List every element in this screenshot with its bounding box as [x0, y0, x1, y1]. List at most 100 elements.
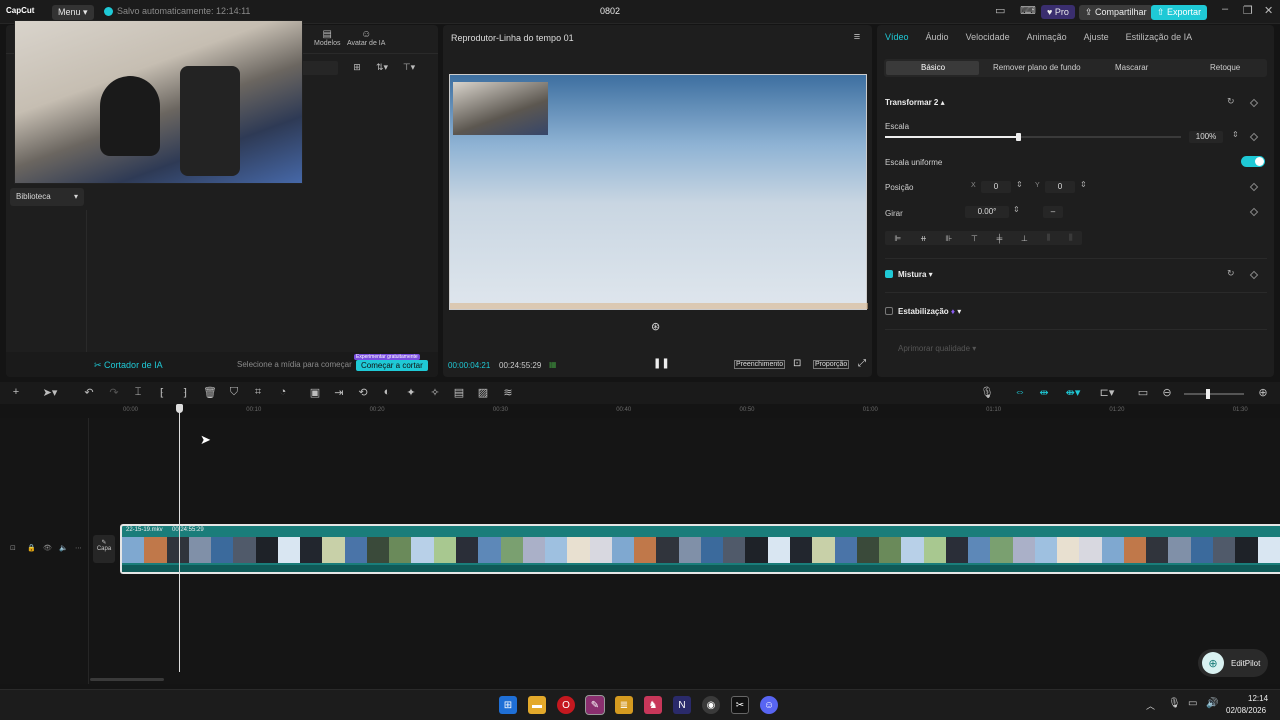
keyframe-position-icon[interactable] [1249, 182, 1259, 192]
menu-button[interactable]: Menu ▾ [52, 5, 94, 20]
file-explorer-icon[interactable]: ▬ [528, 696, 546, 714]
rotate-handle-icon[interactable]: ⊛ [651, 320, 660, 333]
minimize-icon[interactable]: – [1222, 3, 1228, 15]
tray-chevron-icon[interactable]: ︿ [1146, 699, 1155, 712]
scale-knob[interactable] [1016, 133, 1022, 141]
align-center-h-icon[interactable]: ⧺ [920, 234, 927, 243]
opera-icon[interactable]: O [557, 696, 575, 714]
stabilization-checkbox[interactable] [885, 307, 893, 315]
cover-button[interactable]: ✎ Capa [93, 535, 115, 563]
windows-start-icon[interactable]: ⊞ [499, 696, 517, 714]
tab-ai-avatar[interactable]: ☺ Avatar de IA [347, 29, 385, 47]
split-icon[interactable]: ⌶ [130, 386, 146, 399]
start-cut-button[interactable]: Começar a cortar [356, 360, 428, 371]
track-frame-icon[interactable]: ⊡ [10, 544, 16, 552]
maximize-icon[interactable]: ❐ [1243, 4, 1253, 17]
library-dropdown[interactable]: Biblioteca ▾ [10, 188, 84, 206]
select-tool-icon[interactable]: ➤▾ [36, 386, 64, 399]
obs-icon[interactable]: ◉ [702, 696, 720, 714]
clock-date[interactable]: 02/08/2026 [1226, 706, 1266, 715]
extract-audio-icon[interactable]: ⇥ [331, 386, 347, 399]
zoom-in-icon[interactable]: ⊕ [1255, 386, 1271, 399]
filter-icon[interactable]: ⊤▾ [401, 62, 417, 73]
subtab-basic[interactable]: Básico [921, 63, 945, 72]
export-button[interactable]: ⇧ Exportar [1151, 5, 1208, 20]
reset-blend-icon[interactable]: ↻ [1227, 268, 1235, 279]
magic-icon[interactable]: ✧ [427, 386, 443, 399]
editpilot-button[interactable]: ⊕ EditPilot [1198, 649, 1268, 677]
align-right-icon[interactable]: ⊪ [945, 234, 952, 243]
scale-slider[interactable] [885, 133, 1181, 141]
trim-left-icon[interactable]: ⁅ [154, 386, 170, 399]
playhead[interactable] [179, 404, 180, 672]
tab-video[interactable]: Vídeo [885, 32, 909, 42]
transform-header[interactable]: Transformar 2 ▴ [885, 98, 945, 107]
pos-y-stepper-icon[interactable]: ⇕ [1080, 180, 1087, 189]
align-top-icon[interactable]: ⊤ [971, 234, 978, 243]
align-left-icon[interactable]: ⊫ [894, 234, 901, 243]
pos-x-input[interactable]: 0 [981, 181, 1011, 193]
track-more-icon[interactable]: ⋯ [75, 544, 82, 552]
redo-icon[interactable]: ↷ [106, 386, 122, 399]
stabilization-header[interactable]: Estabilização ♦ ▾ [898, 307, 961, 316]
track-lock-icon[interactable]: 🔒 [27, 544, 36, 552]
pro-button[interactable]: ♥ Pro [1041, 5, 1075, 19]
distribute-h-icon[interactable]: ⫼ [1047, 233, 1051, 243]
sort-icon[interactable]: ⇅▾ [374, 62, 390, 73]
delete-icon[interactable]: 🗑 [202, 386, 218, 399]
subtitle-icon[interactable]: ▤ [451, 386, 467, 399]
rotate-stepper-icon[interactable]: ⇕ [1013, 205, 1020, 214]
uniform-scale-toggle[interactable] [1241, 156, 1265, 167]
subtab-remove-bg[interactable]: Remover plano de fundo [993, 63, 1081, 72]
mirror-icon[interactable]: ◐ [379, 386, 395, 398]
ai-tool-icon[interactable]: ✦ [403, 386, 419, 399]
subtab-retouch[interactable]: Retoque [1210, 63, 1240, 72]
close-icon[interactable]: ✕ [1264, 4, 1273, 17]
trim-right-icon[interactable]: ⁆ [177, 386, 193, 399]
playhead-handle[interactable] [176, 404, 183, 413]
fullscreen-icon[interactable]: ⤢ [858, 358, 866, 369]
screenshot-icon[interactable]: ⊡ [793, 358, 801, 369]
audio-wave-icon[interactable]: ≋ [500, 386, 516, 399]
reset-transform-icon[interactable]: ↻ [1227, 96, 1235, 107]
zoom-slider[interactable] [1184, 389, 1244, 399]
tray-volume-icon[interactable]: 🔊 [1206, 698, 1218, 709]
keyframe-blend-icon[interactable] [1249, 270, 1259, 280]
crop-icon[interactable]: ⌗ [250, 386, 266, 399]
project-name[interactable]: 0802 [600, 6, 620, 16]
reverse-icon[interactable]: ⟲ [355, 386, 371, 399]
blend-header[interactable]: Mistura ▾ [898, 270, 933, 279]
video-clip[interactable]: 22-15-19.mkv 00:24:55:29 [120, 524, 1280, 574]
tab-ai-style[interactable]: Estilização de IA [1126, 32, 1193, 42]
rotate-input[interactable]: 0.00° [965, 206, 1009, 218]
pos-x-stepper-icon[interactable]: ⇕ [1016, 180, 1023, 189]
magnet-icon[interactable]: ⇔ [1012, 386, 1028, 398]
tab-speed[interactable]: Velocidade [966, 32, 1010, 42]
rotate-dial[interactable]: – [1043, 206, 1063, 218]
discord-icon[interactable]: ☺ [760, 696, 778, 714]
microphone-icon[interactable]: 🎙 [979, 386, 995, 399]
grid-view-icon[interactable]: ⊞ [349, 62, 365, 73]
image-icon[interactable]: ▨ [475, 386, 491, 399]
tab-models[interactable]: ▤ Modelos [314, 29, 340, 47]
keyframe-transform-icon[interactable] [1249, 98, 1259, 108]
paint-app-icon[interactable]: ✎ [585, 695, 605, 715]
add-track-icon[interactable]: + [8, 386, 24, 398]
undo-icon[interactable]: ↶ [81, 386, 97, 399]
track-visible-icon[interactable]: 👁 [43, 544, 52, 552]
track-audio-icon[interactable]: 🔈 [59, 544, 68, 552]
preview-axis-icon[interactable]: ⊏▾ [1094, 386, 1120, 399]
tray-mic-icon[interactable]: 🎙 [1168, 698, 1181, 709]
zoom-knob[interactable] [1206, 389, 1210, 399]
stack-app-icon[interactable]: ≣ [615, 696, 633, 714]
video-preview[interactable] [449, 74, 868, 310]
subtab-mask[interactable]: Mascarar [1115, 63, 1148, 72]
zoom-out-icon[interactable]: ⊖ [1159, 386, 1175, 399]
pos-y-input[interactable]: 0 [1045, 181, 1075, 193]
marker-icon[interactable]: ⛉ [226, 386, 242, 399]
pause-button[interactable]: ❚❚ [653, 358, 670, 369]
n-app-icon[interactable]: N [673, 696, 691, 714]
game-app-icon[interactable]: ♞ [644, 696, 662, 714]
layout-icon[interactable]: ▭ [995, 4, 1005, 17]
scale-value[interactable]: 100% [1189, 131, 1223, 143]
